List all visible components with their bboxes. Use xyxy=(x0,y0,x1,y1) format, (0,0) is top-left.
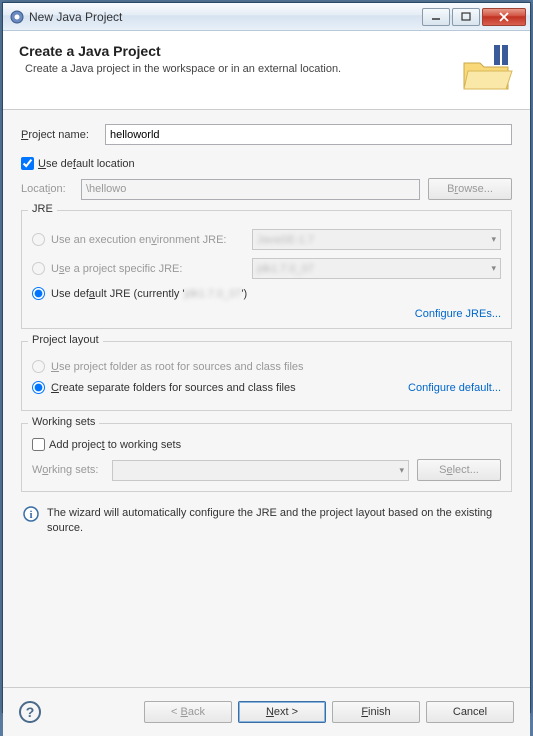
project-specific-combo: jdk1.7.0_07 xyxy=(252,258,501,279)
layout-group-title: Project layout xyxy=(28,334,103,346)
wizard-header: Create a Java Project Create a Java proj… xyxy=(3,31,530,110)
configure-jres-link[interactable]: Configure JREs... xyxy=(415,308,501,320)
add-working-sets-checkbox[interactable] xyxy=(32,438,45,451)
default-jre-label: Use default JRE (currently 'jdk1.7.0_07'… xyxy=(51,288,247,300)
app-icon xyxy=(9,9,25,25)
help-icon[interactable]: ? xyxy=(19,701,41,723)
location-input xyxy=(81,179,420,200)
add-working-sets-label: Add project to working sets xyxy=(49,439,181,451)
project-layout-group: Project layout Use project folder as roo… xyxy=(21,341,512,411)
cancel-button[interactable]: Cancel xyxy=(426,701,514,723)
separate-folders-radio[interactable] xyxy=(32,381,45,394)
page-title: Create a Java Project xyxy=(19,43,450,59)
folder-icon xyxy=(458,43,514,95)
window-title: New Java Project xyxy=(29,10,422,24)
project-specific-radio xyxy=(32,262,45,275)
back-button: < Back xyxy=(144,701,232,723)
working-sets-title: Working sets xyxy=(28,416,99,428)
info-text: The wizard will automatically configure … xyxy=(47,506,510,537)
default-location-label: Use default location xyxy=(38,158,135,170)
working-sets-combo xyxy=(112,460,409,481)
titlebar[interactable]: New Java Project xyxy=(3,3,530,31)
jre-group: JRE Use an execution environment JRE: Ja… xyxy=(21,210,512,329)
project-name-input[interactable] xyxy=(105,124,512,145)
minimize-button[interactable] xyxy=(422,8,450,26)
maximize-button[interactable] xyxy=(452,8,480,26)
close-button[interactable] xyxy=(482,8,526,26)
separate-folders-label: Create separate folders for sources and … xyxy=(51,382,296,394)
working-sets-label: Working sets: xyxy=(32,464,112,476)
root-folder-label: Use project folder as root for sources a… xyxy=(51,361,304,373)
info-icon: i xyxy=(23,506,39,522)
jre-group-title: JRE xyxy=(28,203,57,215)
page-description: Create a Java project in the workspace o… xyxy=(25,63,450,75)
content-area: Project name: Use default location Locat… xyxy=(3,110,530,688)
next-button[interactable]: Next > xyxy=(238,701,326,723)
browse-button: Browse... xyxy=(428,178,512,200)
window-buttons xyxy=(422,8,526,26)
default-jre-radio[interactable] xyxy=(32,287,45,300)
execution-env-combo: JavaSE-1.7 xyxy=(252,229,501,250)
working-sets-group: Working sets Add project to working sets… xyxy=(21,423,512,492)
project-specific-label: Use a project specific JRE: xyxy=(51,263,182,275)
footer: ? < Back Next > Finish Cancel xyxy=(3,688,530,736)
execution-env-radio xyxy=(32,233,45,246)
finish-button[interactable]: Finish xyxy=(332,701,420,723)
default-location-checkbox[interactable] xyxy=(21,157,34,170)
root-folder-radio xyxy=(32,360,45,373)
location-label: Location: xyxy=(21,183,81,195)
dialog-window: New Java Project Create a Java Project C… xyxy=(2,2,531,713)
svg-text:i: i xyxy=(29,509,32,521)
configure-default-link[interactable]: Configure default... xyxy=(408,382,501,394)
select-button: Select... xyxy=(417,459,501,481)
execution-env-label: Use an execution environment JRE: xyxy=(51,234,227,246)
project-name-label: Project name: xyxy=(21,129,105,141)
